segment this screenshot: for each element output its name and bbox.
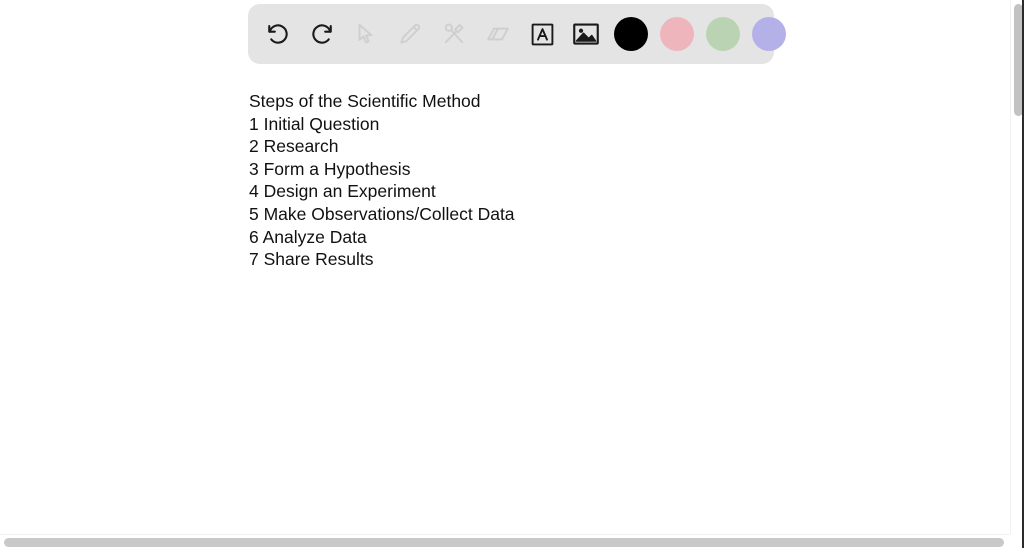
color-swatch-pink-wrap [654, 12, 700, 56]
text-line-step-7: 7 Share Results [249, 249, 374, 270]
color-swatch-green-wrap [700, 12, 746, 56]
text-line-step-6: 6 Analyze Data [249, 226, 367, 247]
shapes-icon[interactable] [432, 12, 476, 56]
undo-icon[interactable] [256, 12, 300, 56]
text-icon[interactable] [520, 12, 564, 56]
image-icon[interactable] [564, 12, 608, 56]
eraser-icon[interactable] [476, 12, 520, 56]
text-line-step-3: 3 Form a Hypothesis [249, 158, 411, 179]
text-line-step-2: 2 Research [249, 136, 339, 157]
horizontal-scrollbar[interactable] [0, 534, 1024, 548]
whiteboard-app: Steps of the Scientific Method 1 Initial… [0, 0, 1024, 548]
color-swatch-pink[interactable] [660, 17, 694, 51]
color-swatch-black[interactable] [614, 17, 648, 51]
horizontal-scrollbar-thumb[interactable] [4, 538, 1004, 547]
text-line-step-1: 1 Initial Question [249, 113, 380, 134]
canvas-text-block[interactable]: Steps of the Scientific Method 1 Initial… [249, 90, 669, 271]
color-swatch-black-wrap [608, 12, 654, 56]
color-swatch-purple[interactable] [752, 17, 786, 51]
pencil-icon[interactable] [388, 12, 432, 56]
text-line-step-4: 4 Design an Experiment [249, 181, 436, 202]
drawing-canvas[interactable]: Steps of the Scientific Method 1 Initial… [0, 0, 1010, 534]
select-icon[interactable] [344, 12, 388, 56]
redo-icon[interactable] [300, 12, 344, 56]
color-swatch-purple-wrap [746, 12, 792, 56]
floating-toolbar [248, 4, 786, 64]
text-line-title: Steps of the Scientific Method [249, 91, 481, 111]
text-line-step-5: 5 Make Observations/Collect Data [249, 203, 515, 224]
color-swatch-green[interactable] [706, 17, 740, 51]
